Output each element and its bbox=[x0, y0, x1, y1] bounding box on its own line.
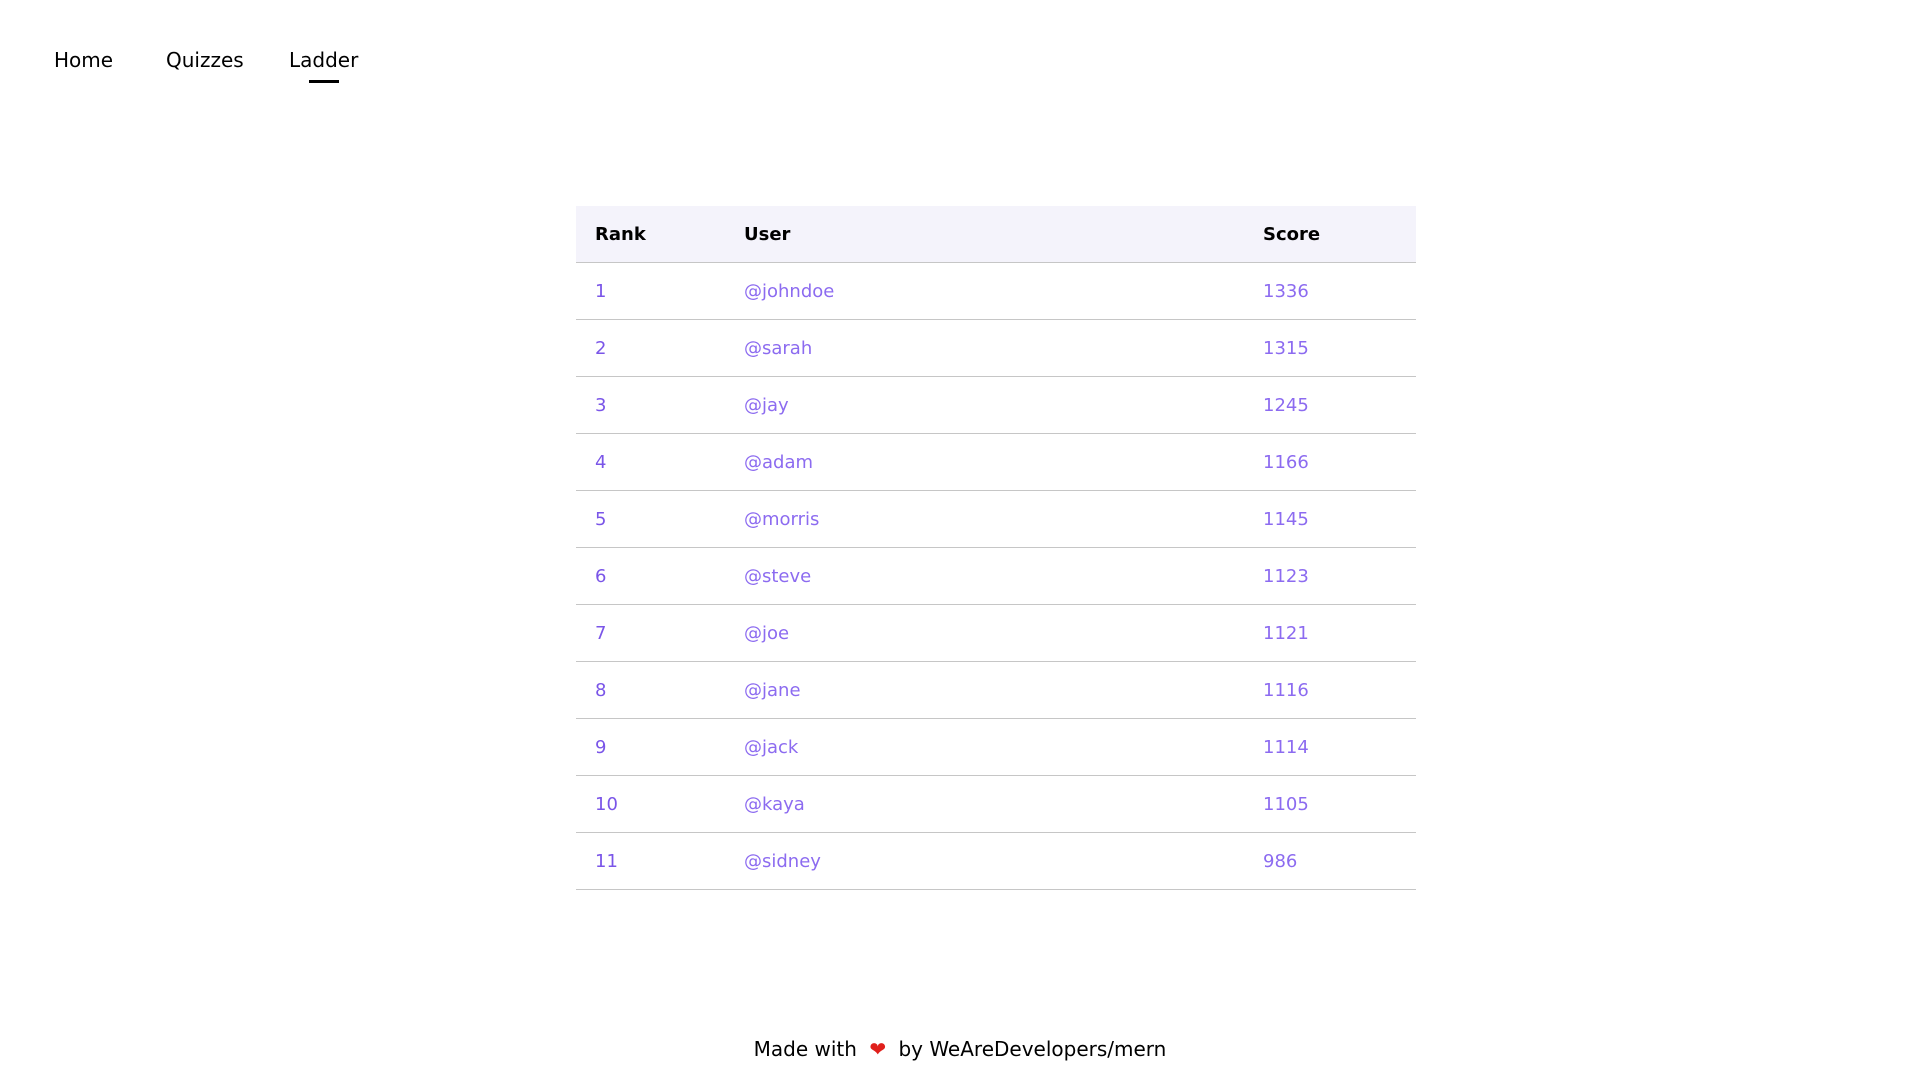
user-link[interactable]: @jane bbox=[744, 661, 1263, 719]
footer-prefix: Made with bbox=[753, 1037, 857, 1061]
column-header-score: Score bbox=[1263, 206, 1416, 263]
score-cell: 1166 bbox=[1263, 433, 1416, 491]
user-link[interactable]: @jack bbox=[744, 718, 1263, 776]
user-link[interactable]: @johndoe bbox=[744, 262, 1263, 320]
table-header-row: Rank User Score bbox=[576, 206, 1416, 263]
user-link[interactable]: @adam bbox=[744, 433, 1263, 491]
score-cell: 1336 bbox=[1263, 262, 1416, 320]
user-link[interactable]: @jay bbox=[744, 376, 1263, 434]
score-cell: 986 bbox=[1263, 832, 1416, 890]
nav-ladder[interactable]: Ladder bbox=[289, 48, 359, 83]
table-row: 2 @sarah 1315 bbox=[576, 319, 1416, 377]
rank-cell: 6 bbox=[576, 547, 744, 605]
rank-cell: 11 bbox=[576, 832, 744, 890]
column-header-rank: Rank bbox=[576, 206, 744, 263]
footer-credit-link[interactable]: by WeAreDevelopers/mern bbox=[898, 1037, 1166, 1061]
score-cell: 1245 bbox=[1263, 376, 1416, 434]
rank-cell: 10 bbox=[576, 775, 744, 833]
user-link[interactable]: @morris bbox=[744, 490, 1263, 548]
table-row: 11 @sidney 986 bbox=[576, 832, 1416, 890]
rank-cell: 3 bbox=[576, 376, 744, 434]
table-row: 5 @morris 1145 bbox=[576, 490, 1416, 548]
table-row: 1 @johndoe 1336 bbox=[576, 262, 1416, 320]
rank-cell: 5 bbox=[576, 490, 744, 548]
rank-cell: 2 bbox=[576, 319, 744, 377]
nav-home[interactable]: Home bbox=[54, 48, 113, 72]
rank-cell: 1 bbox=[576, 262, 744, 320]
score-cell: 1114 bbox=[1263, 718, 1416, 776]
score-cell: 1315 bbox=[1263, 319, 1416, 377]
nav-quizzes-label: Quizzes bbox=[166, 48, 244, 72]
ladder-table: Rank User Score 1 @johndoe 1336 2 @sarah… bbox=[576, 206, 1416, 890]
user-link[interactable]: @steve bbox=[744, 547, 1263, 605]
score-cell: 1116 bbox=[1263, 661, 1416, 719]
main-nav: Home Quizzes Ladder bbox=[0, 0, 1920, 120]
rank-cell: 7 bbox=[576, 604, 744, 662]
nav-quizzes[interactable]: Quizzes bbox=[166, 48, 244, 72]
rank-cell: 4 bbox=[576, 433, 744, 491]
user-link[interactable]: @joe bbox=[744, 604, 1263, 662]
score-cell: 1123 bbox=[1263, 547, 1416, 605]
user-link[interactable]: @kaya bbox=[744, 775, 1263, 833]
table-row: 7 @joe 1121 bbox=[576, 604, 1416, 662]
rank-cell: 8 bbox=[576, 661, 744, 719]
table-row: 6 @steve 1123 bbox=[576, 547, 1416, 605]
heart-icon: ❤ bbox=[869, 1037, 887, 1061]
table-row: 8 @jane 1116 bbox=[576, 661, 1416, 719]
nav-home-label: Home bbox=[54, 48, 114, 72]
nav-active-indicator bbox=[308, 80, 339, 83]
score-cell: 1145 bbox=[1263, 490, 1416, 548]
table-row: 3 @jay 1245 bbox=[576, 376, 1416, 434]
column-header-user: User bbox=[744, 206, 1263, 263]
table-row: 10 @kaya 1105 bbox=[576, 775, 1416, 833]
score-cell: 1105 bbox=[1263, 775, 1416, 833]
user-link[interactable]: @sidney bbox=[744, 832, 1263, 890]
table-row: 9 @jack 1114 bbox=[576, 718, 1416, 776]
rank-cell: 9 bbox=[576, 718, 744, 776]
user-link[interactable]: @sarah bbox=[744, 319, 1263, 377]
table-row: 4 @adam 1166 bbox=[576, 433, 1416, 491]
nav-ladder-label: Ladder bbox=[289, 48, 359, 72]
footer: Made with ❤ by WeAreDevelopers/mern bbox=[0, 1036, 1920, 1062]
score-cell: 1121 bbox=[1263, 604, 1416, 662]
ladder-table-container: Rank User Score 1 @johndoe 1336 2 @sarah… bbox=[576, 206, 1416, 890]
